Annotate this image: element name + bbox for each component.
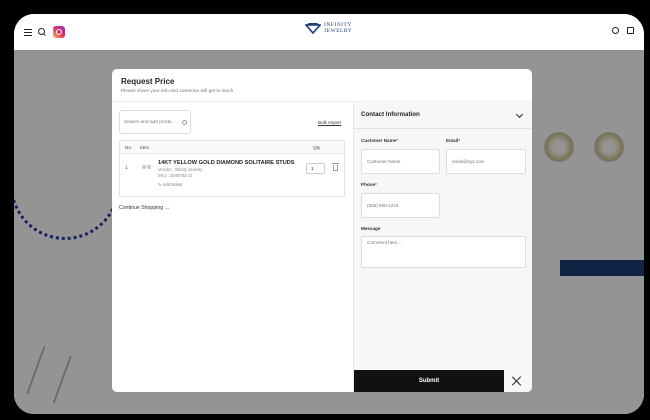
add-notes-label: Add Notes: [162, 182, 183, 187]
screen: INFINITY JEWELRY Request Price Please sh…: [14, 14, 644, 414]
brand-line2: JEWELRY: [324, 28, 353, 34]
trash-icon[interactable]: [332, 163, 339, 171]
phone-label-text: Phone: [361, 182, 376, 187]
email-label-text: Email: [446, 138, 459, 143]
submit-button[interactable]: Submit: [354, 370, 504, 392]
items-table: No. Item Qty 1 14KT YELLOW GOLD DIAMOND …: [119, 140, 345, 197]
diamond-logo-icon: [305, 23, 321, 34]
continue-shopping-link[interactable]: Continue Shopping →: [119, 205, 170, 211]
required-mark: *: [396, 138, 399, 143]
contact-title: Contact Information: [361, 111, 420, 118]
customer-name-label: Customer Name*: [361, 138, 398, 143]
modal-subtitle: Please share your info and someone will …: [121, 89, 234, 94]
bulk-import-link[interactable]: Bulk Import: [318, 120, 341, 125]
device-frame: INFINITY JEWELRY Request Price Please sh…: [4, 4, 646, 416]
message-field[interactable]: [361, 236, 526, 268]
bag-icon[interactable]: [627, 27, 634, 34]
items-panel: Bulk Import No. Item Qty 1 14KT YELLOW G…: [112, 103, 353, 392]
customer-name-label-text: Customer Name: [361, 138, 397, 143]
row-number: 1: [125, 165, 128, 170]
modal-header: Request Price Please share your info and…: [112, 69, 532, 102]
product-search[interactable]: [119, 110, 191, 134]
product-search-input[interactable]: [124, 119, 182, 125]
quantity-input[interactable]: 1: [306, 163, 325, 174]
hamburger-icon[interactable]: [24, 28, 32, 36]
add-notes-link[interactable]: ✎ Add Notes: [158, 182, 182, 187]
site-header: INFINITY JEWELRY: [14, 14, 644, 50]
product-sku: SKU : 2049782-31: [158, 173, 193, 178]
brand-name: INFINITY JEWELRY: [324, 22, 352, 34]
user-icon[interactable]: [612, 27, 619, 34]
search-icon[interactable]: [182, 119, 187, 125]
required-mark: *: [375, 182, 377, 187]
product-vendor: Vendor : Infinity Jewelry: [158, 167, 203, 172]
product-thumbnail: [142, 165, 152, 170]
message-label: Message: [361, 226, 381, 231]
customer-name-field[interactable]: [361, 149, 440, 174]
email-label: Email*: [446, 138, 460, 143]
brand-logo[interactable]: INFINITY JEWELRY: [305, 22, 352, 34]
product-name[interactable]: 14KT YELLOW GOLD DIAMOND SOLITAIRE STUDS: [158, 160, 295, 166]
phone-label: Phone*: [361, 182, 377, 187]
instagram-icon[interactable]: [53, 26, 65, 38]
email-field[interactable]: [446, 149, 526, 174]
divider: [354, 128, 532, 129]
required-mark: *: [458, 138, 461, 143]
modal-title: Request Price: [121, 77, 175, 86]
close-icon[interactable]: [512, 376, 522, 386]
phone-field[interactable]: [361, 193, 440, 218]
table-row: 1 14KT YELLOW GOLD DIAMOND SOLITAIRE STU…: [120, 141, 344, 187]
chevron-down-icon[interactable]: [515, 110, 524, 119]
request-price-modal: Request Price Please share your info and…: [112, 69, 532, 392]
search-icon[interactable]: [38, 27, 47, 37]
contact-panel: Contact Information Customer Name* Email…: [353, 103, 532, 392]
